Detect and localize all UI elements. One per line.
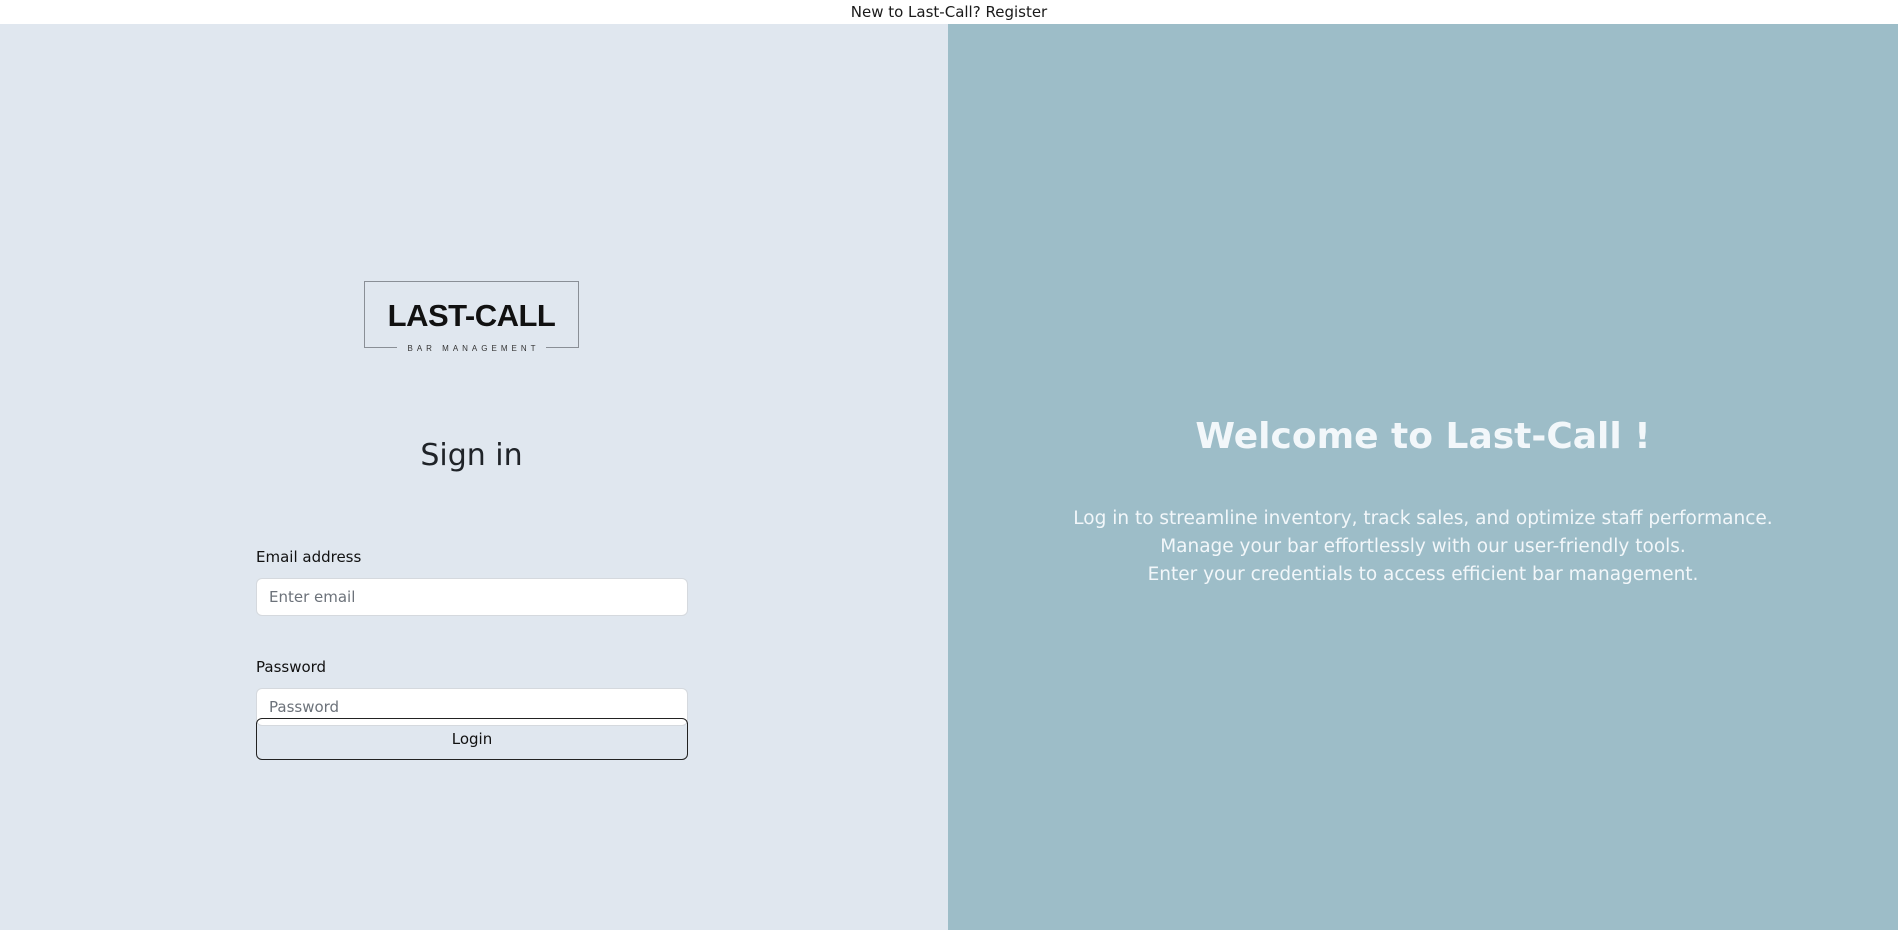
logo-tagline-text: BAR MANAGEMENT xyxy=(397,344,546,353)
login-button[interactable]: Login xyxy=(256,718,688,760)
welcome-line: Manage your bar effortlessly with our us… xyxy=(1160,536,1686,557)
welcome-line: Log in to streamline inventory, track sa… xyxy=(1073,508,1773,529)
logo-wordmark: LAST-CALL xyxy=(387,298,556,333)
register-prompt: New to Last-Call? xyxy=(850,3,981,21)
register-link[interactable]: Register xyxy=(985,3,1047,21)
signin-panel: LAST-CALL BAR MANAGEMENT Sign in Email a… xyxy=(0,24,948,930)
email-label: Email address xyxy=(256,548,362,566)
welcome-line: Enter your credentials to access efficie… xyxy=(1147,564,1699,585)
register-banner: New to Last-Call? Register xyxy=(0,0,1898,24)
logo-tagline: BAR MANAGEMENT xyxy=(365,344,578,353)
welcome-panel: Welcome to Last-Call ! Log in to streaml… xyxy=(948,24,1898,930)
signin-title: Sign in xyxy=(420,438,523,473)
password-label: Password xyxy=(256,658,327,676)
welcome-title: Welcome to Last-Call ! xyxy=(1195,416,1651,457)
main-split: LAST-CALL BAR MANAGEMENT Sign in Email a… xyxy=(0,24,1898,930)
brand-logo: LAST-CALL BAR MANAGEMENT xyxy=(364,281,579,353)
email-field[interactable] xyxy=(256,578,688,616)
